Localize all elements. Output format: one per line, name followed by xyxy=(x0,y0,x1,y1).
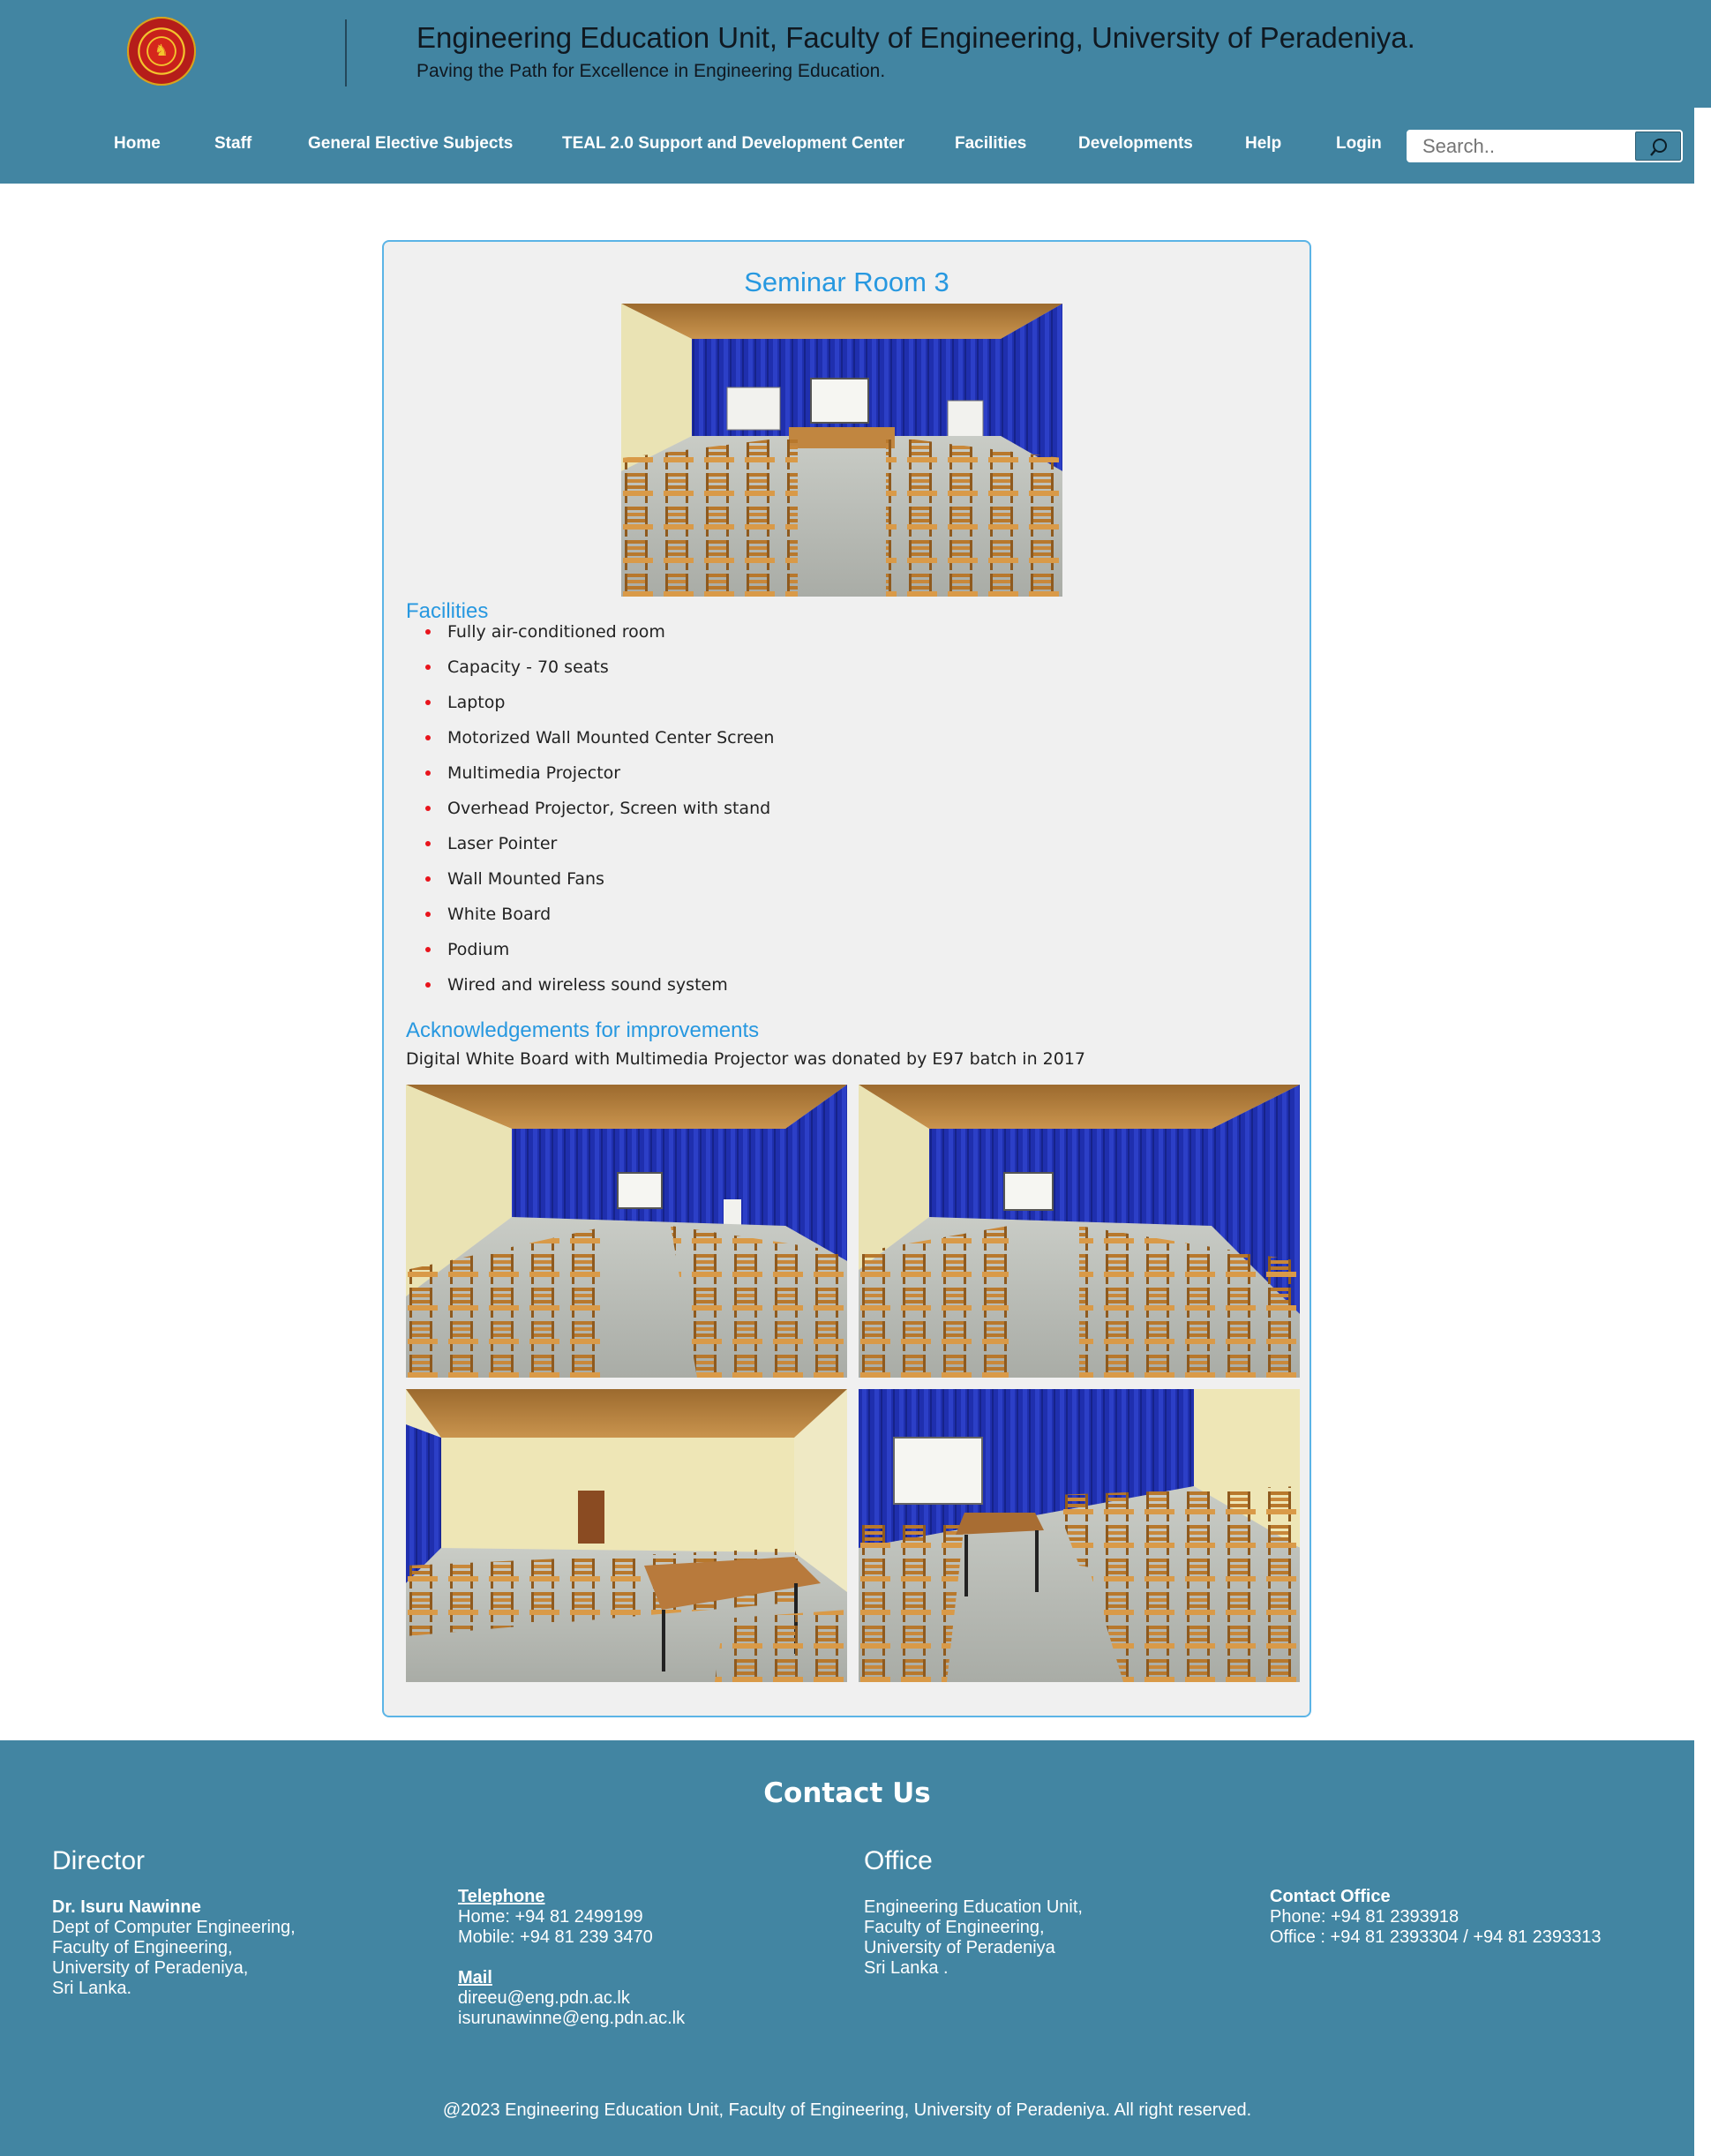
nav-developments[interactable]: Developments xyxy=(1078,134,1193,154)
bullet-icon xyxy=(425,665,431,670)
office-heading: Office xyxy=(864,1846,933,1875)
email-link[interactable]: isurunawinne@eng.pdn.ac.lk xyxy=(458,2009,685,2029)
gallery-photo-4 xyxy=(859,1389,1300,1682)
address-line: University of Peradeniya, xyxy=(52,1958,249,1978)
facility-text: Capacity - 70 seats xyxy=(447,657,609,677)
gallery-photo-1 xyxy=(406,1085,847,1378)
site-tagline: Paving the Path for Excellence in Engine… xyxy=(416,61,886,81)
email-link[interactable]: direeu@eng.pdn.ac.lk xyxy=(458,1988,685,2009)
mail-label: Mail xyxy=(458,1968,492,1987)
university-logo[interactable]: ♞ xyxy=(127,17,196,86)
nav-facilities[interactable]: Facilities xyxy=(955,134,1026,154)
nav-staff[interactable]: Staff xyxy=(214,134,251,154)
director-heading: Director xyxy=(52,1846,146,1875)
gallery-photo-3 xyxy=(406,1389,847,1682)
bullet-icon xyxy=(425,629,431,635)
facilities-list: Fully air-conditioned room Capacity - 70… xyxy=(406,621,774,1010)
phone-line: Home: +94 81 2499199 xyxy=(458,1907,643,1927)
list-item: White Board xyxy=(406,904,774,939)
facility-text: Laptop xyxy=(447,693,506,712)
address-line: Sri Lanka . xyxy=(864,1958,949,1978)
lion-emblem-icon: ♞ xyxy=(148,38,175,64)
bullet-icon xyxy=(425,876,431,882)
facility-text: Wall Mounted Fans xyxy=(447,869,604,889)
director-contact: Telephone Home: +94 81 2499199 Mobile: +… xyxy=(458,1887,685,2029)
phone-line: Phone: +94 81 2393918 xyxy=(1270,1907,1460,1927)
facility-text: Fully air-conditioned room xyxy=(447,622,665,642)
list-item: Laser Pointer xyxy=(406,833,774,868)
bullet-icon xyxy=(425,912,431,917)
facility-text: Multimedia Projector xyxy=(447,763,621,783)
site-footer: Contact Us Director Dr. Isuru Nawinne De… xyxy=(0,1740,1694,2156)
nav-teal-support-center[interactable]: TEAL 2.0 Support and Development Center xyxy=(562,134,904,154)
phone-line: Mobile: +94 81 239 3470 xyxy=(458,1927,653,1947)
list-item: Wall Mounted Fans xyxy=(406,868,774,904)
telephone-label: Telephone xyxy=(458,1887,545,1906)
room-card: Seminar Room 3 Facilities Fully air-cond… xyxy=(382,240,1311,1717)
facility-text: Laser Pointer xyxy=(447,834,558,853)
bullet-icon xyxy=(425,982,431,988)
address-line: Dept of Computer Engineering, xyxy=(52,1918,296,1937)
address-line: Faculty of Engineering, xyxy=(864,1918,1045,1937)
director-name: Dr. Isuru Nawinne xyxy=(52,1897,201,1917)
list-item: Podium xyxy=(406,939,774,974)
site-title: Engineering Education Unit, Faculty of E… xyxy=(416,21,1415,54)
facility-text: Motorized Wall Mounted Center Screen xyxy=(447,728,775,747)
bullet-icon xyxy=(425,735,431,740)
search-box xyxy=(1407,130,1683,162)
bullet-icon xyxy=(425,770,431,776)
address-line: Engineering Education Unit, xyxy=(864,1897,1083,1917)
facility-text: Wired and wireless sound system xyxy=(447,975,728,995)
contact-office: Contact Office Phone: +94 81 2393918 Off… xyxy=(1270,1887,1602,1948)
list-item: Capacity - 70 seats xyxy=(406,657,774,692)
list-item: Motorized Wall Mounted Center Screen xyxy=(406,727,774,762)
nav-general-elective-subjects[interactable]: General Elective Subjects xyxy=(308,134,513,154)
address-line: University of Peradeniya xyxy=(864,1938,1055,1957)
search-input[interactable] xyxy=(1410,132,1634,160)
phone-line: Office : +94 81 2393304 / +94 81 2393313 xyxy=(1270,1927,1602,1947)
acknowledgements-heading: Acknowledgements for improvements xyxy=(406,1018,760,1042)
list-item: Wired and wireless sound system xyxy=(406,974,774,1010)
copyright: @2023 Engineering Education Unit, Facult… xyxy=(442,2100,1252,2120)
contact-title: Contact Us xyxy=(763,1777,931,1809)
room-photo-main xyxy=(621,304,1062,597)
nav-home[interactable]: Home xyxy=(114,134,161,154)
nav-login[interactable]: Login xyxy=(1336,134,1382,154)
list-item: Overhead Projector, Screen with stand xyxy=(406,798,774,833)
page-title: Seminar Room 3 xyxy=(744,267,949,297)
facility-text: Podium xyxy=(447,940,510,959)
acknowledgement-text: Digital White Board with Multimedia Proj… xyxy=(406,1049,1086,1069)
bullet-icon xyxy=(425,841,431,846)
search-icon xyxy=(1650,139,1667,156)
list-item: Fully air-conditioned room xyxy=(406,621,774,657)
bullet-icon xyxy=(425,806,431,811)
office-info: Engineering Education Unit, Faculty of E… xyxy=(864,1897,1083,1979)
contact-office-label: Contact Office xyxy=(1270,1887,1391,1906)
list-item: Multimedia Projector xyxy=(406,762,774,798)
address-line: Faculty of Engineering, xyxy=(52,1938,233,1957)
header-divider xyxy=(345,19,347,86)
list-item: Laptop xyxy=(406,692,774,727)
facilities-heading: Facilities xyxy=(406,599,489,623)
director-info: Dr. Isuru Nawinne Dept of Computer Engin… xyxy=(52,1897,296,1999)
bullet-icon xyxy=(425,700,431,705)
address-line: Sri Lanka. xyxy=(52,1979,132,1998)
nav-help[interactable]: Help xyxy=(1245,134,1281,154)
search-button[interactable] xyxy=(1635,131,1681,161)
gallery-photo-2 xyxy=(859,1085,1300,1378)
bullet-icon xyxy=(425,947,431,952)
facility-text: Overhead Projector, Screen with stand xyxy=(447,799,771,818)
facility-text: White Board xyxy=(447,905,552,924)
